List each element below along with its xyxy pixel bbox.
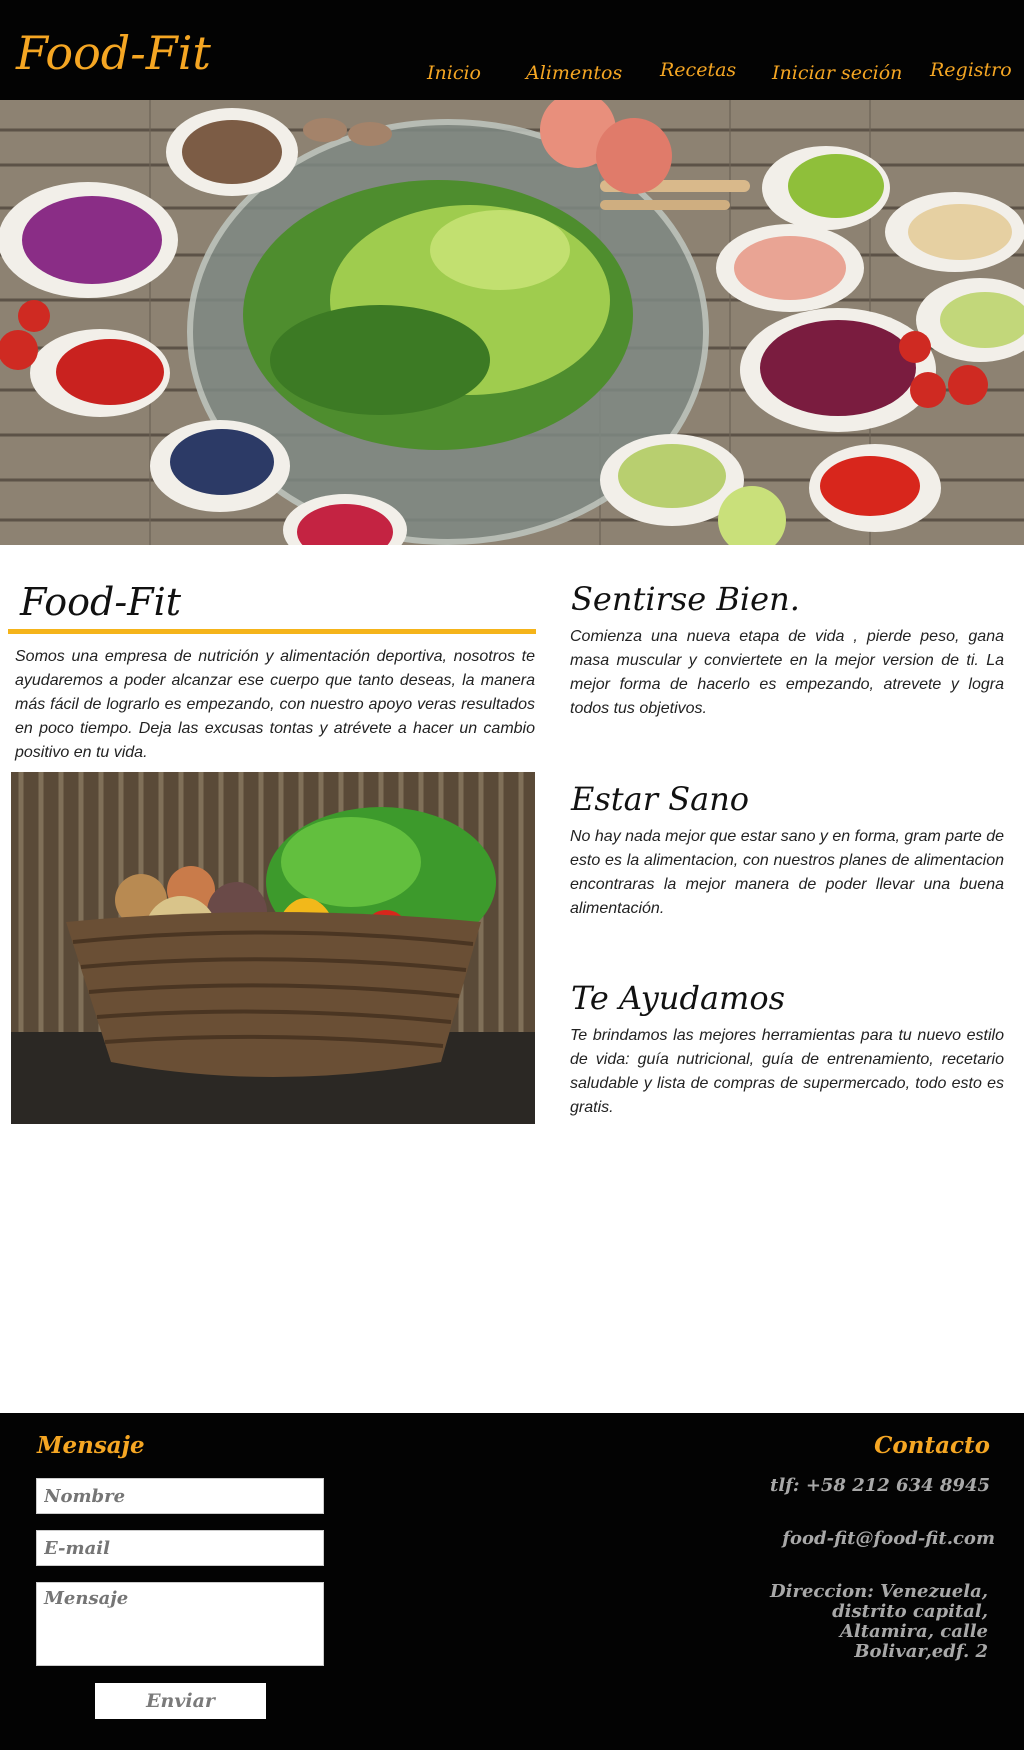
name-input[interactable] (36, 1478, 324, 1514)
section-title-sentirse-bien: Sentirse Bien. (571, 580, 800, 618)
intro-text: Somos una empresa de nutrición y aliment… (15, 648, 535, 761)
site-logo[interactable]: Food-Fit (16, 26, 211, 80)
section-title-estar-sano: Estar Sano (571, 780, 750, 818)
intro-title: Food-Fit (20, 580, 181, 624)
nav-iniciar-sesion[interactable]: Iniciar seción (772, 62, 902, 84)
section-title-te-ayudamos: Te Ayudamos (571, 979, 786, 1017)
contact-email[interactable]: food-fit@food-fit.com (782, 1528, 995, 1549)
vegetable-basket-image (11, 772, 535, 1124)
nav-alimentos[interactable]: Alimentos (526, 62, 622, 84)
section-text-estar-sano: No hay nada mejor que estar sano y en fo… (570, 828, 1005, 917)
site-header: Food-Fit Inicio Alimentos Recetas Inicia… (0, 0, 1024, 100)
nav-inicio[interactable]: Inicio (427, 62, 481, 84)
message-textarea[interactable] (36, 1582, 324, 1666)
email-input[interactable] (36, 1530, 324, 1566)
contact-address: Direccion: Venezuela, distrito capital, … (770, 1581, 988, 1662)
message-title: Mensaje (37, 1432, 145, 1459)
section-text-sentirse-bien: Comienza una nueva etapa de vida , pierd… (570, 628, 1004, 717)
nav-recetas[interactable]: Recetas (660, 59, 736, 81)
send-button[interactable]: Enviar (95, 1683, 266, 1719)
contact-phone: tlf: +58 212 634 8945 (770, 1475, 990, 1496)
nav-registro[interactable]: Registro (930, 59, 1012, 81)
section-text-te-ayudamos: Te brindamos las mejores herramientas pa… (570, 1027, 1004, 1116)
intro-title-underline (8, 629, 536, 634)
hero-image (0, 100, 1024, 545)
contact-title: Contacto (874, 1432, 990, 1459)
